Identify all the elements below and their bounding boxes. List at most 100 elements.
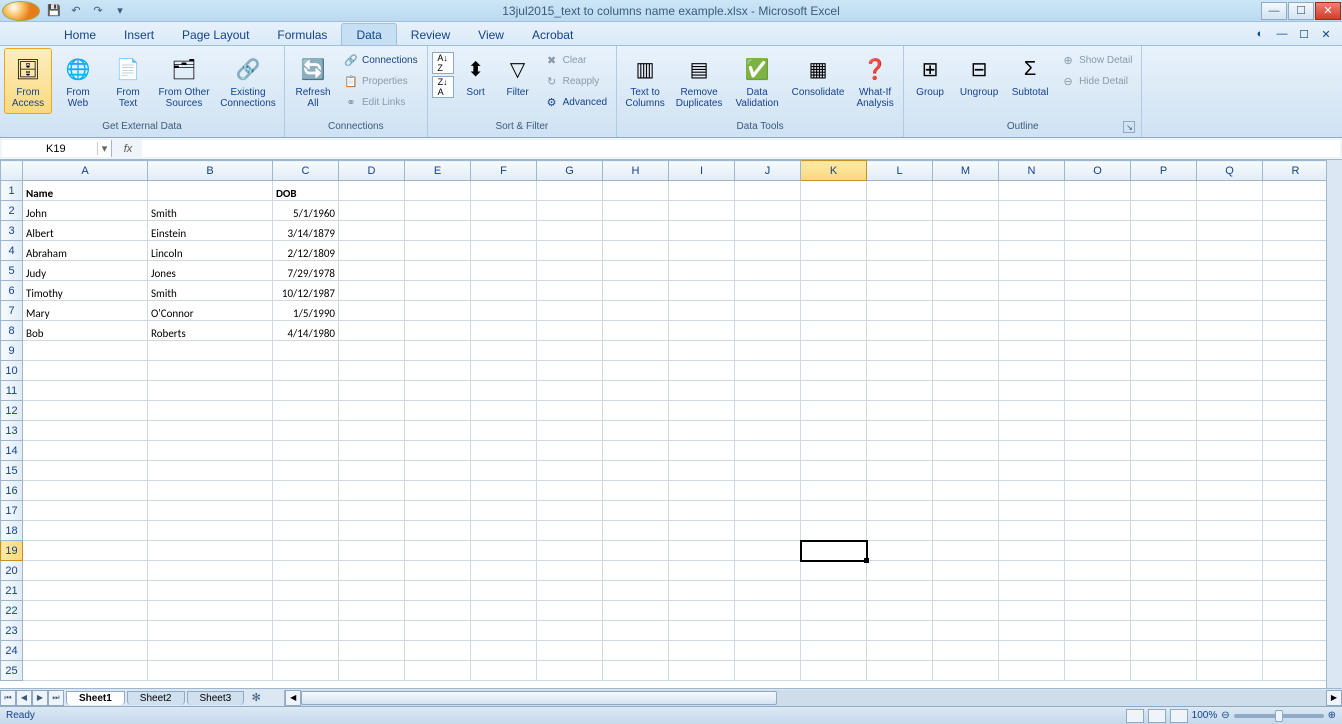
cell-J5[interactable] <box>735 261 801 281</box>
sheet-tab-sheet3[interactable]: Sheet3 <box>187 691 245 705</box>
cell-G5[interactable] <box>537 261 603 281</box>
sort-asc-button[interactable]: A↓Z <box>432 52 454 74</box>
scroll-right-icon[interactable]: ▶ <box>1326 690 1342 706</box>
cell-G13[interactable] <box>537 421 603 441</box>
cell-C21[interactable] <box>273 581 339 601</box>
cell-M6[interactable] <box>933 281 999 301</box>
cell-P1[interactable] <box>1131 181 1197 201</box>
cell-J19[interactable] <box>735 541 801 561</box>
cell-D7[interactable] <box>339 301 405 321</box>
col-header-O[interactable]: O <box>1065 161 1131 181</box>
cell-P11[interactable] <box>1131 381 1197 401</box>
cell-H15[interactable] <box>603 461 669 481</box>
cell-M4[interactable] <box>933 241 999 261</box>
cell-F10[interactable] <box>471 361 537 381</box>
cell-I22[interactable] <box>669 601 735 621</box>
sheet-nav-prev-icon[interactable]: ◀ <box>16 690 32 706</box>
cell-M19[interactable] <box>933 541 999 561</box>
cell-I23[interactable] <box>669 621 735 641</box>
cell-M8[interactable] <box>933 321 999 341</box>
cell-G2[interactable] <box>537 201 603 221</box>
cell-O17[interactable] <box>1065 501 1131 521</box>
worksheet-grid[interactable]: ABCDEFGHIJKLMNOPQR1NameDOB2JohnSmith5/1/… <box>0 160 1342 688</box>
cell-M14[interactable] <box>933 441 999 461</box>
cell-O9[interactable] <box>1065 341 1131 361</box>
cell-E6[interactable] <box>405 281 471 301</box>
cell-E20[interactable] <box>405 561 471 581</box>
cell-C12[interactable] <box>273 401 339 421</box>
row-header-25[interactable]: 25 <box>1 661 23 681</box>
cell-C20[interactable] <box>273 561 339 581</box>
cell-I7[interactable] <box>669 301 735 321</box>
cell-G21[interactable] <box>537 581 603 601</box>
cell-G12[interactable] <box>537 401 603 421</box>
cell-L3[interactable] <box>867 221 933 241</box>
cell-L6[interactable] <box>867 281 933 301</box>
cell-B24[interactable] <box>148 641 273 661</box>
cell-H6[interactable] <box>603 281 669 301</box>
cell-G11[interactable] <box>537 381 603 401</box>
cell-K18[interactable] <box>801 521 867 541</box>
reapply-button[interactable]: ↻Reapply <box>540 71 612 91</box>
cell-N7[interactable] <box>999 301 1065 321</box>
row-header-16[interactable]: 16 <box>1 481 23 501</box>
cell-K11[interactable] <box>801 381 867 401</box>
row-header-22[interactable]: 22 <box>1 601 23 621</box>
row-header-6[interactable]: 6 <box>1 281 23 301</box>
select-all-corner[interactable] <box>1 161 23 181</box>
cell-D12[interactable] <box>339 401 405 421</box>
cell-F13[interactable] <box>471 421 537 441</box>
cell-R6[interactable] <box>1263 281 1329 301</box>
cell-G14[interactable] <box>537 441 603 461</box>
cell-B23[interactable] <box>148 621 273 641</box>
cell-K13[interactable] <box>801 421 867 441</box>
cell-C16[interactable] <box>273 481 339 501</box>
sort-button[interactable]: ⬍Sort <box>456 48 496 114</box>
cell-K17[interactable] <box>801 501 867 521</box>
cell-J1[interactable] <box>735 181 801 201</box>
cell-N3[interactable] <box>999 221 1065 241</box>
cell-B14[interactable] <box>148 441 273 461</box>
cell-B5[interactable]: Jones <box>148 261 273 281</box>
cell-D25[interactable] <box>339 661 405 681</box>
cell-P3[interactable] <box>1131 221 1197 241</box>
cell-Q8[interactable] <box>1197 321 1263 341</box>
cell-N21[interactable] <box>999 581 1065 601</box>
cell-P10[interactable] <box>1131 361 1197 381</box>
cell-M9[interactable] <box>933 341 999 361</box>
cell-J12[interactable] <box>735 401 801 421</box>
cell-E9[interactable] <box>405 341 471 361</box>
tab-view[interactable]: View <box>464 24 518 45</box>
row-header-5[interactable]: 5 <box>1 261 23 281</box>
cell-O20[interactable] <box>1065 561 1131 581</box>
cell-L9[interactable] <box>867 341 933 361</box>
cell-E23[interactable] <box>405 621 471 641</box>
tab-insert[interactable]: Insert <box>110 24 168 45</box>
cell-I13[interactable] <box>669 421 735 441</box>
cell-F23[interactable] <box>471 621 537 641</box>
tab-formulas[interactable]: Formulas <box>263 24 341 45</box>
cell-P7[interactable] <box>1131 301 1197 321</box>
cell-N17[interactable] <box>999 501 1065 521</box>
cell-Q15[interactable] <box>1197 461 1263 481</box>
cell-M23[interactable] <box>933 621 999 641</box>
row-header-24[interactable]: 24 <box>1 641 23 661</box>
cell-R20[interactable] <box>1263 561 1329 581</box>
cell-E21[interactable] <box>405 581 471 601</box>
cell-J16[interactable] <box>735 481 801 501</box>
cell-A8[interactable]: Bob <box>23 321 148 341</box>
cell-A10[interactable] <box>23 361 148 381</box>
cell-M5[interactable] <box>933 261 999 281</box>
cell-H25[interactable] <box>603 661 669 681</box>
col-header-P[interactable]: P <box>1131 161 1197 181</box>
cell-F17[interactable] <box>471 501 537 521</box>
cell-L22[interactable] <box>867 601 933 621</box>
cell-I8[interactable] <box>669 321 735 341</box>
cell-O13[interactable] <box>1065 421 1131 441</box>
cell-D23[interactable] <box>339 621 405 641</box>
cell-C6[interactable]: 10/12/1987 <box>273 281 339 301</box>
formula-input[interactable] <box>142 140 1340 157</box>
text-to-columns-button[interactable]: ▥Text to Columns <box>621 48 669 114</box>
cell-C15[interactable] <box>273 461 339 481</box>
cell-I9[interactable] <box>669 341 735 361</box>
